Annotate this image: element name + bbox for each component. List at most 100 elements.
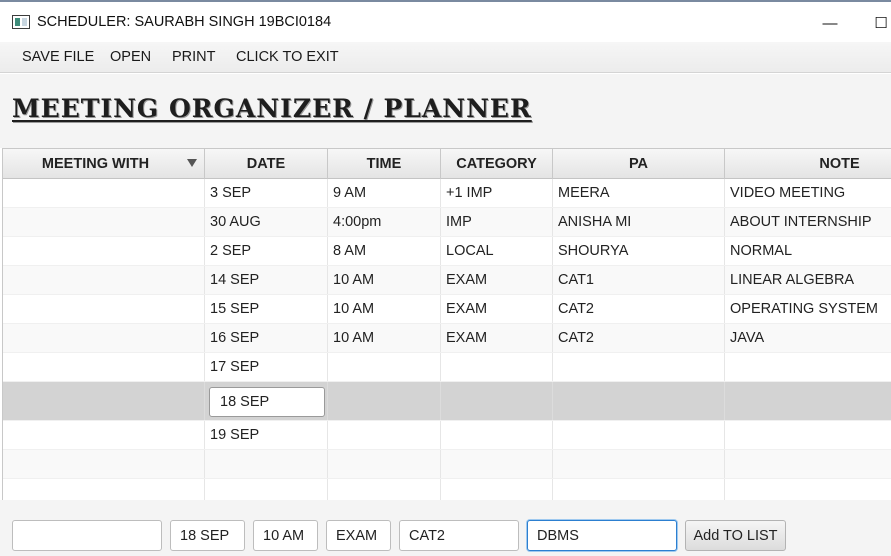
cell-category[interactable]: EXAM bbox=[441, 266, 553, 294]
table-row[interactable]: 3 SEP 9 AM +1 IMP MEERA VIDEO MEETING bbox=[3, 179, 891, 208]
cell-date[interactable]: 2 SEP bbox=[205, 237, 328, 265]
cell-date[interactable]: 15 SEP bbox=[205, 295, 328, 323]
cell-time[interactable]: 8 AM bbox=[328, 237, 441, 265]
column-header-note[interactable]: NOTE bbox=[725, 149, 891, 179]
cell-meeting-with[interactable] bbox=[3, 353, 205, 381]
cell-note[interactable]: VIDEO MEETING bbox=[725, 179, 891, 207]
table-row[interactable]: 16 SEP 10 AM EXAM CAT2 JAVA bbox=[3, 324, 891, 353]
cell-meeting-with[interactable] bbox=[3, 237, 205, 265]
cell-category[interactable]: LOCAL bbox=[441, 237, 553, 265]
cell-note[interactable]: OPERATING SYSTEM bbox=[725, 295, 891, 323]
cell-meeting-with[interactable] bbox=[3, 421, 205, 449]
pa-input[interactable] bbox=[399, 520, 519, 551]
cell-pa[interactable] bbox=[553, 353, 725, 381]
note-input[interactable] bbox=[527, 520, 677, 551]
cell-date[interactable] bbox=[205, 450, 328, 478]
cell-note[interactable] bbox=[725, 382, 891, 420]
cell-category[interactable] bbox=[441, 450, 553, 478]
table-row[interactable]: 14 SEP 10 AM EXAM CAT1 LINEAR ALGEBRA bbox=[3, 266, 891, 295]
date-cell-editor[interactable]: 18 SEP bbox=[209, 387, 325, 417]
cell-category[interactable] bbox=[441, 353, 553, 381]
title-bar: SCHEDULER: SAURABH SINGH 19BCI0184 — ☐ bbox=[0, 0, 891, 42]
cell-category[interactable]: IMP bbox=[441, 208, 553, 236]
cell-pa[interactable]: SHOURYA bbox=[553, 237, 725, 265]
cell-meeting-with[interactable] bbox=[3, 179, 205, 207]
cell-pa[interactable]: CAT1 bbox=[553, 266, 725, 294]
cell-meeting-with[interactable] bbox=[3, 324, 205, 352]
column-header-date[interactable]: DATE bbox=[205, 149, 328, 179]
cell-category[interactable]: +1 IMP bbox=[441, 179, 553, 207]
cell-meeting-with[interactable] bbox=[3, 479, 205, 500]
cell-note[interactable] bbox=[725, 479, 891, 500]
cell-meeting-with[interactable] bbox=[3, 450, 205, 478]
table-row[interactable]: 17 SEP bbox=[3, 353, 891, 382]
cell-time[interactable] bbox=[328, 353, 441, 381]
cell-time[interactable]: 10 AM bbox=[328, 295, 441, 323]
cell-meeting-with[interactable] bbox=[3, 266, 205, 294]
cell-meeting-with[interactable] bbox=[3, 295, 205, 323]
table-row[interactable] bbox=[3, 450, 891, 479]
cell-pa[interactable]: MEERA bbox=[553, 179, 725, 207]
cell-time[interactable] bbox=[328, 450, 441, 478]
cell-note[interactable] bbox=[725, 353, 891, 381]
column-header-time[interactable]: TIME bbox=[328, 149, 441, 179]
cell-time[interactable]: 10 AM bbox=[328, 266, 441, 294]
cell-date[interactable]: 14 SEP bbox=[205, 266, 328, 294]
time-input[interactable] bbox=[253, 520, 318, 551]
table-row[interactable]: 15 SEP 10 AM EXAM CAT2 OPERATING SYSTEM bbox=[3, 295, 891, 324]
cell-time[interactable]: 10 AM bbox=[328, 324, 441, 352]
column-header-meeting-with[interactable]: MEETING WITH bbox=[3, 149, 205, 179]
cell-category[interactable]: EXAM bbox=[441, 295, 553, 323]
cell-time[interactable] bbox=[328, 421, 441, 449]
meeting-with-input[interactable] bbox=[12, 520, 162, 551]
maximize-icon[interactable]: ☐ bbox=[866, 8, 891, 38]
cell-category[interactable] bbox=[441, 479, 553, 500]
cell-pa[interactable] bbox=[553, 382, 725, 420]
minimize-icon[interactable]: — bbox=[815, 8, 845, 38]
cell-date[interactable]: 19 SEP bbox=[205, 421, 328, 449]
cell-note[interactable] bbox=[725, 450, 891, 478]
cell-meeting-with[interactable] bbox=[3, 208, 205, 236]
column-header-category[interactable]: CATEGORY bbox=[441, 149, 553, 179]
cell-pa[interactable]: CAT2 bbox=[553, 324, 725, 352]
cell-pa[interactable]: ANISHA MI bbox=[553, 208, 725, 236]
menu-click-to-exit[interactable]: CLICK TO EXIT bbox=[236, 49, 339, 65]
cell-meeting-with[interactable] bbox=[3, 382, 205, 420]
cell-pa[interactable] bbox=[553, 450, 725, 478]
cell-time[interactable] bbox=[328, 479, 441, 500]
cell-date[interactable]: 17 SEP bbox=[205, 353, 328, 381]
cell-date[interactable]: 3 SEP bbox=[205, 179, 328, 207]
app-window-icon bbox=[12, 15, 30, 29]
column-header-pa[interactable]: PA bbox=[553, 149, 725, 179]
table-row[interactable]: 2 SEP 8 AM LOCAL SHOURYA NORMAL bbox=[3, 237, 891, 266]
cell-pa[interactable] bbox=[553, 479, 725, 500]
cell-category[interactable] bbox=[441, 382, 553, 420]
cell-time[interactable]: 9 AM bbox=[328, 179, 441, 207]
table-row[interactable]: 30 AUG 4:00pm IMP ANISHA MI ABOUT INTERNSHIP bbox=[3, 208, 891, 237]
cell-note[interactable]: NORMAL bbox=[725, 237, 891, 265]
cell-time[interactable] bbox=[328, 382, 441, 420]
cell-category[interactable] bbox=[441, 421, 553, 449]
cell-date[interactable]: 30 AUG bbox=[205, 208, 328, 236]
category-input[interactable] bbox=[326, 520, 391, 551]
cell-date[interactable]: 16 SEP bbox=[205, 324, 328, 352]
date-input[interactable] bbox=[170, 520, 245, 551]
cell-note[interactable]: ABOUT INTERNSHIP bbox=[725, 208, 891, 236]
table-row-selected[interactable]: 18 SEP bbox=[3, 382, 891, 421]
menu-open[interactable]: OPEN bbox=[110, 49, 151, 65]
table-row[interactable]: 19 SEP bbox=[3, 421, 891, 450]
cell-category[interactable]: EXAM bbox=[441, 324, 553, 352]
table-row[interactable] bbox=[3, 479, 891, 500]
cell-note[interactable] bbox=[725, 421, 891, 449]
cell-note[interactable]: LINEAR ALGEBRA bbox=[725, 266, 891, 294]
cell-note[interactable]: JAVA bbox=[725, 324, 891, 352]
cell-time[interactable]: 4:00pm bbox=[328, 208, 441, 236]
sort-desc-icon[interactable] bbox=[187, 159, 197, 167]
cell-pa[interactable]: CAT2 bbox=[553, 295, 725, 323]
add-to-list-button[interactable]: Add TO LIST bbox=[685, 520, 786, 551]
menu-save-file[interactable]: SAVE FILE bbox=[22, 49, 94, 65]
cell-date[interactable] bbox=[205, 479, 328, 500]
meetings-table[interactable]: MEETING WITH DATE TIME CATEGORY PA NOTE … bbox=[2, 148, 891, 500]
menu-print[interactable]: PRINT bbox=[172, 49, 216, 65]
cell-pa[interactable] bbox=[553, 421, 725, 449]
